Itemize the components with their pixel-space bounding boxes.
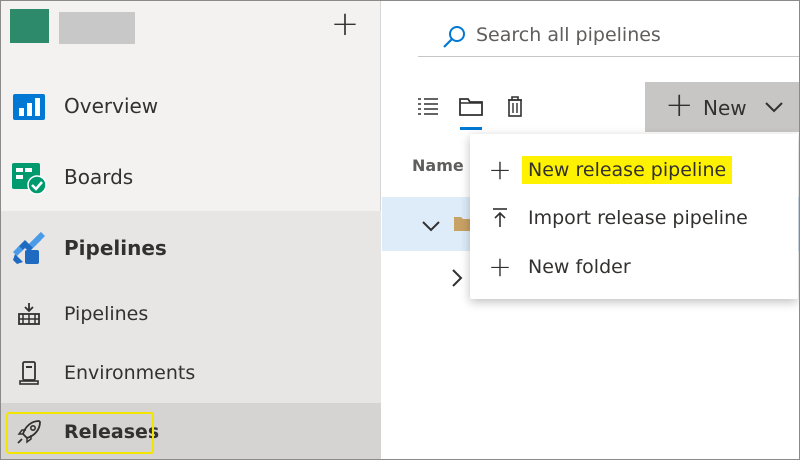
search-box[interactable]: Search all pipelines (418, 15, 799, 57)
column-header-name[interactable]: Name (412, 156, 464, 175)
releases-highlight-box (6, 412, 154, 454)
import-icon (493, 208, 507, 227)
sidebar-item-label: Environments (64, 362, 196, 384)
menu-item-new-release-pipeline[interactable]: + New release pipeline (470, 146, 798, 194)
pipeline-build-icon (18, 303, 40, 325)
sidebar-item-label: Overview (64, 94, 159, 118)
menu-item-label: New folder (528, 256, 631, 278)
plus-icon: + (488, 250, 512, 283)
sidebar-item-boards[interactable]: Boards (1, 148, 381, 206)
sidebar-item-pipelines[interactable]: Pipelines (1, 219, 381, 277)
sidebar-subitem-pipelines[interactable]: Pipelines (1, 285, 381, 343)
search-icon (443, 26, 465, 48)
menu-item-new-folder[interactable]: + New folder (470, 243, 798, 291)
pipelines-icon (13, 232, 45, 264)
chevron-down-icon[interactable] (420, 215, 442, 237)
add-project-button[interactable]: + (327, 7, 363, 43)
active-view-indicator (460, 127, 482, 130)
search-input[interactable]: Search all pipelines (476, 24, 661, 46)
list-view-icon[interactable] (414, 91, 444, 121)
plus-icon: + (665, 85, 694, 125)
sidebar-item-label: Pipelines (64, 303, 149, 325)
menu-item-label: New release pipeline (522, 156, 733, 184)
sidebar: + Overview Boards Pipelines Pipelines En… (1, 1, 381, 459)
sidebar-subitem-environments[interactable]: Environments (1, 344, 381, 402)
highlighted-label: New release pipeline (522, 156, 733, 184)
chevron-down-icon (765, 102, 783, 113)
environment-icon (19, 361, 39, 385)
new-button-label: New (703, 96, 747, 120)
folder-view-icon[interactable] (456, 91, 486, 121)
sidebar-item-overview[interactable]: Overview (1, 77, 381, 135)
new-button[interactable]: + New (645, 82, 799, 132)
new-dropdown-menu: + New release pipeline Import release pi… (470, 134, 798, 299)
chevron-right-icon[interactable] (446, 267, 468, 289)
overview-icon (13, 94, 45, 120)
trash-icon[interactable] (500, 91, 530, 121)
sidebar-item-label: Pipelines (64, 236, 167, 260)
menu-item-label: Import release pipeline (528, 207, 748, 229)
plus-icon: + (488, 153, 512, 186)
boards-icon (12, 163, 47, 195)
menu-item-import-release-pipeline[interactable]: Import release pipeline (470, 194, 798, 242)
org-name-redacted[interactable] (59, 12, 135, 44)
org-avatar[interactable] (10, 9, 49, 43)
org-header: + (1, 1, 381, 57)
sidebar-item-label: Boards (64, 165, 134, 189)
